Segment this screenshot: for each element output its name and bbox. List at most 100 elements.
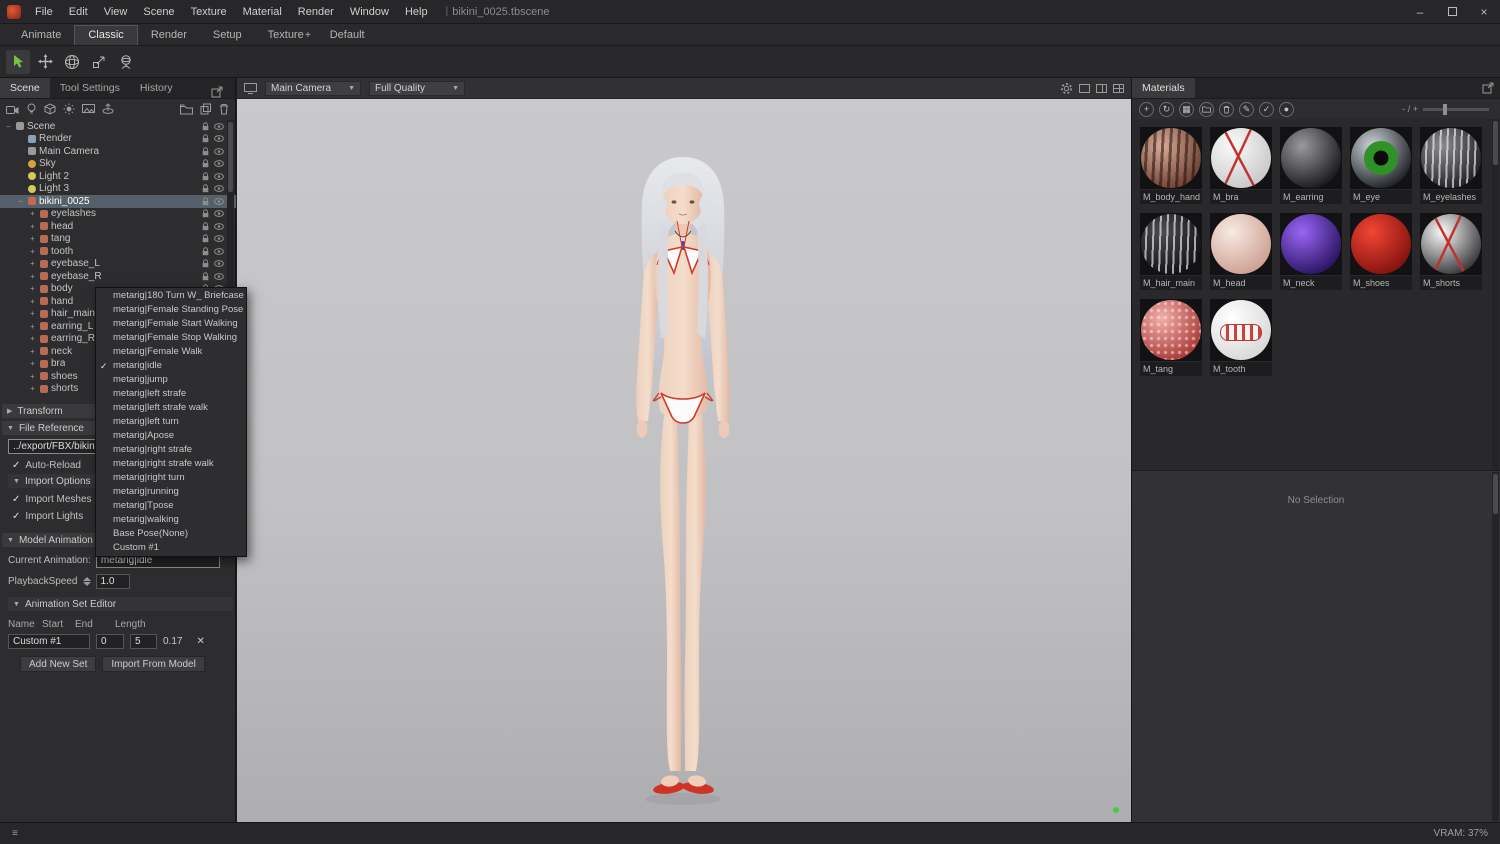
material-folder-icon[interactable] [1199,101,1214,117]
popout-panel-icon[interactable] [1482,82,1494,94]
materials-scrollbar-thumb[interactable] [1493,121,1498,165]
tree-row[interactable]: − bikini_0025 [0,195,236,208]
animation-dropdown-item[interactable]: Base Pose(None) [96,527,246,541]
workspace-tab[interactable]: Animate [8,26,74,45]
scale-tool-button[interactable] [87,50,111,74]
workspace-tab[interactable]: Setup [200,26,255,45]
left-panel-tab[interactable]: History [130,78,183,98]
paint-material-icon[interactable]: ✎ [1239,101,1254,117]
status-menu-icon[interactable]: ≡ [12,828,18,839]
material-item[interactable]: M_hair_main [1140,213,1202,290]
tree-row[interactable]: + tooth [0,245,236,258]
checker-background-icon[interactable]: ▦ [1179,101,1194,117]
material-item[interactable]: M_tang [1140,299,1202,376]
menu-item[interactable]: Edit [61,0,96,24]
new-folder-icon[interactable] [180,104,193,115]
tree-expander-icon[interactable]: + [28,259,37,268]
tree-expander-icon[interactable]: − [4,122,13,131]
tree-expander-icon[interactable]: + [28,347,37,356]
tree-row[interactable]: + eyelashes [0,208,236,221]
minimize-button[interactable]: – [1404,0,1436,24]
menu-item[interactable]: Window [342,0,397,24]
translate-tool-button[interactable] [33,50,57,74]
workspace-tab[interactable]: Render [138,26,200,45]
layout-quad-icon[interactable] [1113,83,1124,93]
lock-icon[interactable] [202,234,209,243]
lock-icon[interactable] [202,159,209,168]
animation-dropdown-item[interactable]: metarig|Female Start Walking [96,317,246,331]
import-from-model-button[interactable]: Import From Model [102,656,205,672]
material-item[interactable]: M_body_hand [1140,127,1202,204]
layout-single-icon[interactable] [1079,83,1090,93]
lock-icon[interactable] [202,197,209,206]
visibility-icon[interactable] [214,172,224,180]
material-item[interactable]: M_earring [1280,127,1342,204]
material-sphere-icon[interactable]: ● [1279,101,1294,117]
viewport-display-icon[interactable] [244,82,257,94]
material-thumbnail[interactable] [1350,213,1412,275]
lock-icon[interactable] [202,247,209,256]
tree-row[interactable]: − Scene [0,120,236,133]
lock-icon[interactable] [202,134,209,143]
tree-expander-icon[interactable]: + [28,272,37,281]
tree-scrollbar-thumb[interactable] [228,122,233,192]
add-object-icon[interactable] [44,103,56,115]
visibility-icon[interactable] [214,135,224,143]
tree-row[interactable]: + eyebase_R [0,270,236,283]
tree-row[interactable]: Sky [0,158,236,171]
animation-dropdown-item[interactable]: metarig|180 Turn W_ Briefcase [96,289,246,303]
tree-row[interactable]: Light 3 [0,183,236,196]
lock-icon[interactable] [202,209,209,218]
material-item[interactable]: M_head [1210,213,1272,290]
close-button[interactable]: × [1468,0,1500,24]
delete-icon[interactable] [219,103,229,115]
add-backdrop-icon[interactable] [82,103,95,115]
lock-icon[interactable] [202,222,209,231]
tree-row[interactable]: + eyebase_L [0,258,236,271]
step-up-icon[interactable] [82,577,91,581]
lock-icon[interactable] [202,259,209,268]
menu-item[interactable]: Material [235,0,290,24]
animation-dropdown-item[interactable]: metarig|jump [96,373,246,387]
animation-dropdown-item[interactable]: metarig|Tpose [96,499,246,513]
tree-row[interactable]: + tang [0,233,236,246]
tree-expander-icon[interactable]: + [28,384,37,393]
refresh-thumbnails-icon[interactable]: ↻ [1159,101,1174,117]
add-light-icon[interactable] [26,103,37,115]
material-thumbnail[interactable] [1140,127,1202,189]
visibility-icon[interactable] [214,210,224,218]
visibility-icon[interactable] [214,272,224,280]
tree-row[interactable]: + head [0,220,236,233]
menu-item[interactable]: Help [397,0,436,24]
animation-set-editor-header[interactable]: ▼ Animation Set Editor [8,597,233,611]
menu-item[interactable]: File [27,0,61,24]
animation-dropdown-item[interactable]: metarig|Female Walk [96,345,246,359]
material-thumbnail[interactable] [1210,213,1272,275]
animation-dropdown-item[interactable]: metarig|left strafe walk [96,401,246,415]
left-panel-tab[interactable]: Scene [0,78,50,98]
character-model[interactable] [573,151,793,811]
apply-material-icon[interactable]: ✓ [1259,101,1274,117]
material-item[interactable]: M_bra [1210,127,1272,204]
animation-dropdown-item[interactable]: metarig|left turn [96,415,246,429]
set-end-input[interactable] [130,634,157,649]
materials-scrollbar[interactable] [1492,119,1499,470]
lock-icon[interactable] [202,122,209,131]
tree-expander-icon[interactable]: + [28,334,37,343]
animation-dropdown-item[interactable]: metarig|walking [96,513,246,527]
material-thumbnail[interactable] [1280,213,1342,275]
material-thumbnail[interactable] [1140,299,1202,361]
pivot-tool-button[interactable] [114,50,138,74]
add-turntable-icon[interactable] [102,103,114,115]
set-name-input[interactable] [8,634,90,649]
add-camera-icon[interactable] [6,104,19,115]
layout-split-icon[interactable] [1096,83,1107,93]
material-thumbnail[interactable] [1280,127,1342,189]
menu-item[interactable]: Texture [183,0,235,24]
animation-dropdown-item[interactable]: metarig|right turn [96,471,246,485]
lock-icon[interactable] [202,147,209,156]
visibility-icon[interactable] [214,247,224,255]
material-thumbnail[interactable] [1210,299,1272,361]
material-item[interactable]: M_shorts [1420,213,1482,290]
rotate-tool-button[interactable] [60,50,84,74]
